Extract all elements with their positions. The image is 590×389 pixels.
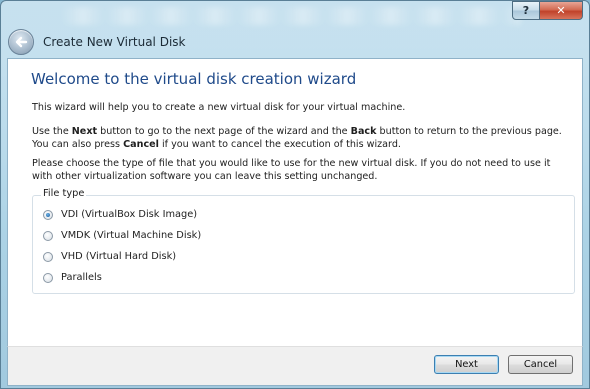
help-icon: ? <box>522 4 530 17</box>
back-arrow-icon <box>15 36 28 48</box>
page-heading: Welcome to the virtual disk creation wiz… <box>31 70 357 88</box>
window-title: Create New Virtual Disk <box>43 35 186 49</box>
wizard-content-panel: Welcome to the virtual disk creation wiz… <box>7 58 583 347</box>
choose-type-text: Please choose the type of file that you … <box>32 158 551 182</box>
radio-button[interactable] <box>43 209 53 220</box>
next-keyword: Next <box>71 126 98 137</box>
back-keyword: Back <box>350 126 377 137</box>
navigation-help-text: Use the Next button to go to the next pa… <box>32 125 572 151</box>
radio-option-vdi[interactable]: VDI (VirtualBox Disk Image) <box>43 209 197 220</box>
cancel-keyword: Cancel <box>123 139 159 150</box>
cancel-button[interactable]: Cancel <box>508 355 573 374</box>
back-button[interactable] <box>8 29 34 55</box>
title-bar-controls: ? ✕ <box>512 1 583 20</box>
file-type-label: File type <box>41 188 87 199</box>
radio-label: Parallels <box>61 272 102 283</box>
nav-text-part: button to go to the next page of the wiz… <box>97 126 351 137</box>
radio-label: VMDK (Virtual Machine Disk) <box>61 230 202 241</box>
next-button[interactable]: Next <box>434 355 499 374</box>
intro-text: This wizard will help you to create a ne… <box>32 102 406 113</box>
radio-button[interactable] <box>43 230 53 241</box>
radio-button[interactable] <box>43 272 53 283</box>
nav-text-part: Use the <box>32 126 72 137</box>
close-button[interactable]: ✕ <box>540 1 583 20</box>
radio-button[interactable] <box>43 251 53 262</box>
nav-text-part: if you want to cancel the execution of t… <box>158 139 401 150</box>
wizard-footer: Next Cancel <box>7 346 583 386</box>
radio-label: VHD (Virtual Hard Disk) <box>61 251 177 262</box>
radio-label: VDI (VirtualBox Disk Image) <box>61 209 198 220</box>
radio-option-parallels[interactable]: Parallels <box>43 272 102 283</box>
radio-option-vhd[interactable]: VHD (Virtual Hard Disk) <box>43 251 176 262</box>
wizard-header: Create New Virtual Disk <box>8 29 185 55</box>
radio-option-vmdk[interactable]: VMDK (Virtual Machine Disk) <box>43 230 201 241</box>
close-icon: ✕ <box>556 4 566 17</box>
file-type-group: File type VDI (VirtualBox Disk Image) VM… <box>32 188 575 294</box>
help-button[interactable]: ? <box>512 1 540 20</box>
